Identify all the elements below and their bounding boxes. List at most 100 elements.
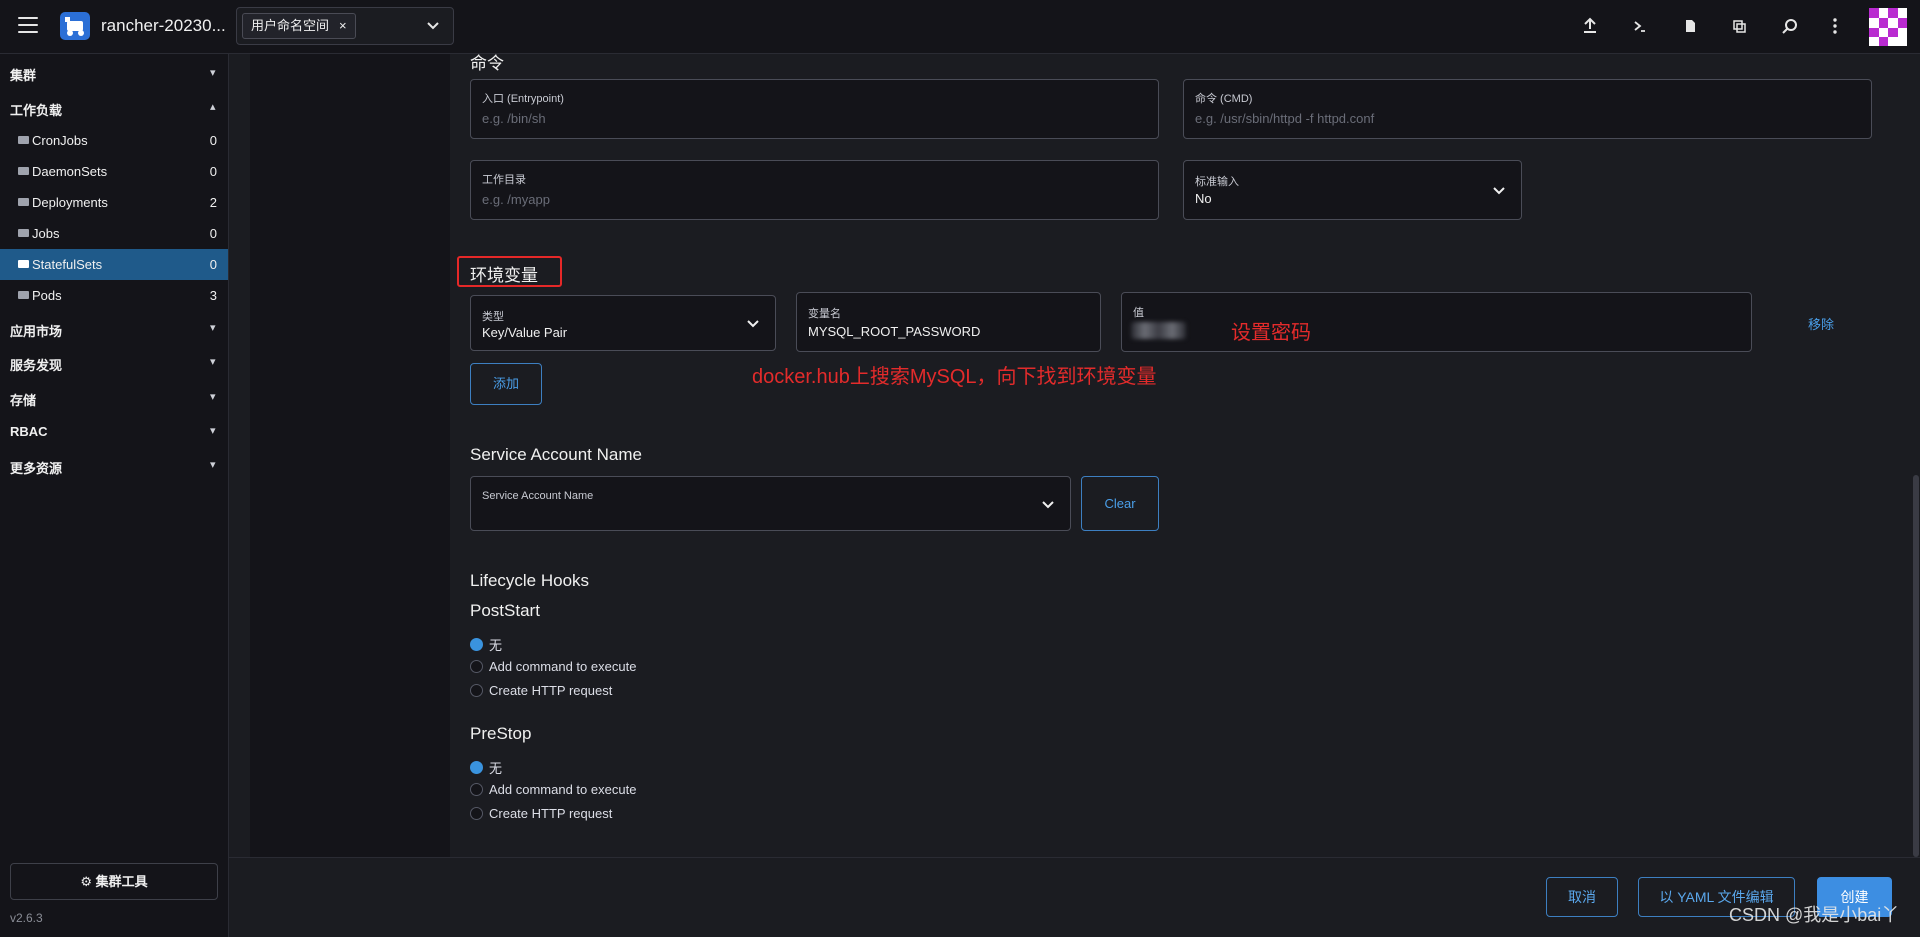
- cmd-field[interactable]: 命令 (CMD) e.g. /usr/sbin/httpd -f httpd.c…: [1183, 79, 1872, 139]
- field-label: 工作目录: [482, 174, 526, 186]
- radio-label: Add command to execute: [489, 782, 637, 797]
- version-label: v2.6.3: [10, 911, 43, 925]
- gear-icon: ⚙: [80, 874, 92, 889]
- field-placeholder: e.g. /usr/sbin/httpd -f httpd.conf: [1195, 111, 1375, 126]
- entrypoint-field[interactable]: 入口 (Entrypoint) e.g. /bin/sh: [470, 79, 1159, 139]
- workdir-field[interactable]: 工作目录 e.g. /myapp: [470, 160, 1159, 220]
- chevron-up-icon[interactable]: ▴: [210, 100, 216, 113]
- namespace-filter[interactable]: 用户命名空间 ×: [236, 7, 454, 45]
- env-type-select[interactable]: 类型 Key/Value Pair: [470, 295, 776, 351]
- chip-close-icon[interactable]: ×: [339, 14, 347, 38]
- radio-button[interactable]: [470, 783, 483, 796]
- chevron-down-icon[interactable]: [425, 18, 441, 34]
- prestop-option-http[interactable]: Create HTTP request: [470, 806, 612, 821]
- sidebar-item-statefulsets[interactable]: StatefulSets 0: [0, 249, 228, 280]
- poststart-option-none[interactable]: 无: [470, 635, 502, 654]
- scrollbar[interactable]: [1913, 475, 1919, 857]
- field-value: MYSQL_ROOT_PASSWORD: [808, 324, 981, 339]
- sidebar-group-rbac[interactable]: RBAC: [10, 424, 48, 439]
- sidebar-item-daemonsets[interactable]: DaemonSets 0: [0, 156, 228, 187]
- sidebar-item-deployments[interactable]: Deployments 2: [0, 187, 228, 218]
- chevron-down-icon[interactable]: ▾: [210, 390, 216, 403]
- sidebar-item-jobs[interactable]: Jobs 0: [0, 218, 228, 249]
- chevron-down-icon[interactable]: ▾: [210, 355, 216, 368]
- cancel-button[interactable]: 取消: [1546, 877, 1618, 917]
- more-options-icon[interactable]: [1825, 17, 1845, 37]
- add-env-button[interactable]: 添加: [470, 363, 542, 405]
- watermark: CSDN @我是小bai丫: [1729, 905, 1900, 925]
- radio-button[interactable]: [470, 684, 483, 697]
- user-avatar[interactable]: [1869, 8, 1907, 46]
- service-account-title: Service Account Name: [470, 445, 642, 464]
- radio-label: 无: [489, 638, 503, 653]
- cluster-name[interactable]: rancher-20230...: [101, 16, 226, 36]
- rancher-logo-icon[interactable]: [60, 12, 90, 40]
- sidebar-group-apps[interactable]: 应用市场: [10, 321, 62, 340]
- redacted-value: [1131, 322, 1186, 339]
- field-value: Key/Value Pair: [482, 325, 568, 340]
- radio-label: Create HTTP request: [489, 683, 613, 698]
- radio-button[interactable]: [470, 807, 483, 820]
- env-value-field[interactable]: 值: [1121, 292, 1752, 352]
- radio-button[interactable]: [470, 761, 483, 774]
- field-label: 命令 (CMD): [1195, 93, 1253, 105]
- sidebar-group-service-discovery[interactable]: 服务发现: [10, 355, 62, 374]
- annotation-hint: docker.hub上搜索MySQL，向下找到环境变量: [752, 366, 1157, 388]
- file-icon[interactable]: [1680, 17, 1700, 37]
- radio-label: 无: [489, 761, 503, 776]
- annotation-set-password: 设置密码: [1231, 322, 1311, 344]
- cluster-tools-button[interactable]: ⚙ 集群工具: [10, 863, 218, 900]
- prestop-option-command[interactable]: Add command to execute: [470, 782, 636, 797]
- hamburger-menu-icon[interactable]: [18, 17, 38, 33]
- prestop-option-none[interactable]: 无: [470, 758, 502, 777]
- namespace-chip: 用户命名空间 ×: [242, 13, 356, 39]
- chevron-down-icon[interactable]: ▾: [210, 424, 216, 437]
- poststart-option-command[interactable]: Add command to execute: [470, 659, 636, 674]
- folder-icon: [18, 229, 29, 237]
- sidebar-item-label: Deployments: [32, 195, 108, 210]
- radio-label: Create HTTP request: [489, 806, 613, 821]
- stdin-select[interactable]: 标准输入 No: [1183, 160, 1522, 220]
- sidebar-group-workloads[interactable]: 工作负载: [10, 100, 62, 119]
- sidebar-item-count: 0: [209, 133, 217, 148]
- sidebar-item-pods[interactable]: Pods 3: [0, 280, 228, 311]
- folder-icon: [18, 167, 29, 175]
- radio-button[interactable]: [470, 660, 483, 673]
- cluster-tools-label: 集群工具: [95, 874, 148, 889]
- sidebar-item-cronjobs[interactable]: CronJobs 0: [0, 125, 228, 156]
- field-placeholder: e.g. /myapp: [482, 192, 550, 207]
- sidebar-item-label: DaemonSets: [32, 164, 108, 179]
- sidebar: 集群 ▾ 工作负载 ▴ CronJobs 0 DaemonSets 0 Depl…: [0, 54, 229, 937]
- env-var-name-field[interactable]: 变量名 MYSQL_ROOT_PASSWORD: [796, 292, 1101, 352]
- service-account-select[interactable]: Service Account Name: [470, 476, 1071, 531]
- poststart-title: PostStart: [470, 601, 540, 620]
- sidebar-item-label: CronJobs: [32, 133, 88, 148]
- sidebar-item-count: 0: [209, 164, 217, 179]
- chevron-down-icon[interactable]: ▾: [210, 458, 216, 471]
- poststart-option-http[interactable]: Create HTTP request: [470, 683, 612, 698]
- copy-icon[interactable]: [1729, 17, 1749, 37]
- sidebar-group-more-resources[interactable]: 更多资源: [10, 458, 62, 477]
- field-label: 入口 (Entrypoint): [482, 93, 564, 105]
- radio-label: Add command to execute: [489, 659, 637, 674]
- chevron-down-icon[interactable]: ▾: [210, 321, 216, 334]
- search-icon[interactable]: [1780, 17, 1800, 37]
- field-label: Service Account Name: [482, 490, 594, 502]
- env-section-title: 环境变量: [470, 266, 538, 285]
- sidebar-item-count: 0: [209, 257, 217, 272]
- sidebar-item-count: 0: [209, 226, 217, 241]
- upload-icon[interactable]: [1580, 17, 1600, 37]
- command-section-title: 命令: [470, 54, 504, 73]
- kubectl-shell-icon[interactable]: [1630, 17, 1650, 37]
- chevron-down-icon[interactable]: ▾: [210, 66, 216, 79]
- field-label: 值: [1133, 307, 1144, 319]
- clear-button[interactable]: Clear: [1081, 476, 1159, 531]
- sidebar-item-label: StatefulSets: [32, 257, 103, 272]
- sidebar-group-storage[interactable]: 存储: [10, 390, 36, 409]
- remove-env-button[interactable]: 移除: [1808, 314, 1834, 333]
- field-label: 标准输入: [1195, 176, 1239, 188]
- folder-icon: [18, 260, 29, 268]
- radio-button[interactable]: [470, 638, 483, 651]
- sidebar-group-cluster[interactable]: 集群: [10, 65, 36, 84]
- field-placeholder: e.g. /bin/sh: [482, 111, 546, 126]
